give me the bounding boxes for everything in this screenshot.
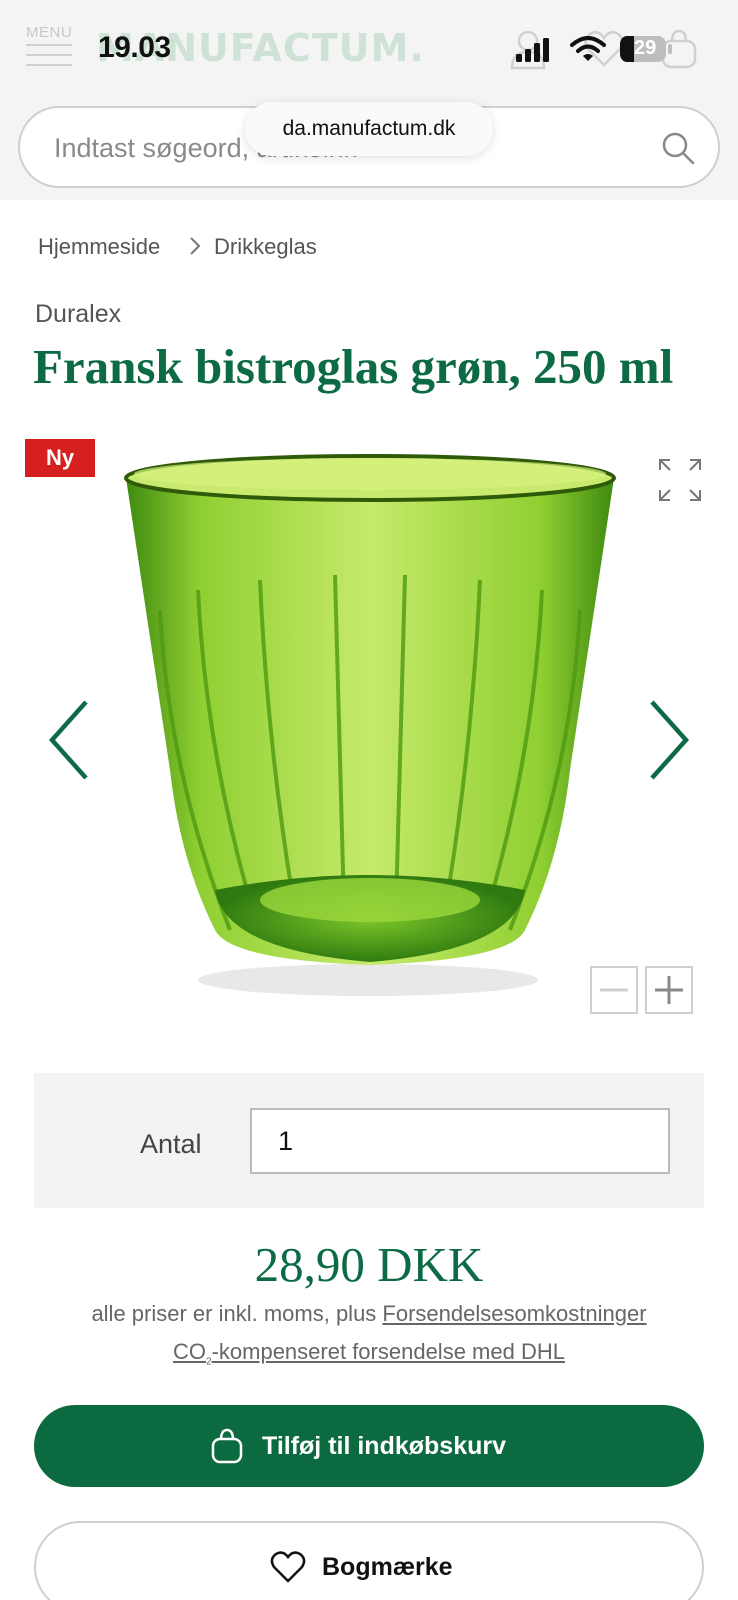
new-badge: Ny bbox=[25, 439, 95, 477]
product-title: Fransk bistroglas grøn, 250 ml bbox=[33, 339, 674, 394]
shopping-bag-icon bbox=[211, 1428, 243, 1464]
status-time: 19.03 bbox=[98, 31, 171, 64]
wifi-icon bbox=[570, 36, 606, 61]
previous-image-arrow-icon[interactable] bbox=[46, 698, 90, 782]
co2-prefix: CO bbox=[173, 1339, 207, 1364]
co2-shipping-link[interactable]: CO2-kompenseret forsendelse med DHL bbox=[173, 1339, 565, 1367]
search-icon[interactable] bbox=[660, 130, 696, 166]
menu-label: MENU bbox=[26, 24, 73, 41]
add-to-cart-label: Tilføj til indkøbskurv bbox=[262, 1431, 507, 1460]
url-pill[interactable]: da.manufactum.dk bbox=[245, 102, 493, 156]
menu-icon bbox=[26, 44, 72, 46]
product-brand[interactable]: Duralex bbox=[35, 300, 121, 329]
menu-icon-line bbox=[26, 54, 72, 56]
chevron-right-icon bbox=[190, 237, 201, 255]
quantity-input[interactable] bbox=[250, 1108, 670, 1174]
bookmark-label: Bogmærke bbox=[322, 1552, 453, 1581]
product-price: 28,90 DKK bbox=[254, 1237, 484, 1292]
battery-icon: 29 bbox=[620, 36, 672, 62]
battery-level: 29 bbox=[634, 37, 657, 59]
menu-icon-line bbox=[26, 64, 72, 66]
price-note: alle priser er inkl. moms, plus Forsende… bbox=[0, 1301, 738, 1327]
breadcrumb-home[interactable]: Hjemmeside bbox=[38, 234, 160, 260]
menu-button[interactable]: MENU bbox=[24, 22, 74, 72]
price-note-text: alle priser er inkl. moms, plus bbox=[91, 1301, 383, 1326]
fullscreen-icon[interactable] bbox=[656, 456, 704, 504]
quantity-section: Antal bbox=[34, 1073, 704, 1208]
minus-icon bbox=[600, 988, 628, 992]
shipping-costs-link[interactable]: Forsendelsesomkostninger bbox=[382, 1301, 646, 1326]
zoom-in-button[interactable] bbox=[645, 966, 693, 1014]
co2-text: -kompenseret forsendelse med DHL bbox=[211, 1339, 565, 1364]
add-to-cart-button[interactable]: Tilføj til indkøbskurv bbox=[34, 1405, 704, 1487]
breadcrumb-drinking-glasses[interactable]: Drikkeglas bbox=[214, 234, 317, 260]
bookmark-button[interactable]: Bogmærke bbox=[34, 1521, 704, 1600]
co2-shipping-note: CO2-kompenseret forsendelse med DHL bbox=[0, 1339, 738, 1367]
zoom-out-button[interactable] bbox=[590, 966, 638, 1014]
plus-icon bbox=[655, 976, 683, 1004]
product-image[interactable] bbox=[120, 440, 620, 1020]
next-image-arrow-icon[interactable] bbox=[648, 698, 692, 782]
quantity-label: Antal bbox=[140, 1129, 202, 1159]
heart-icon bbox=[270, 1551, 306, 1583]
signal-icon bbox=[516, 38, 549, 62]
